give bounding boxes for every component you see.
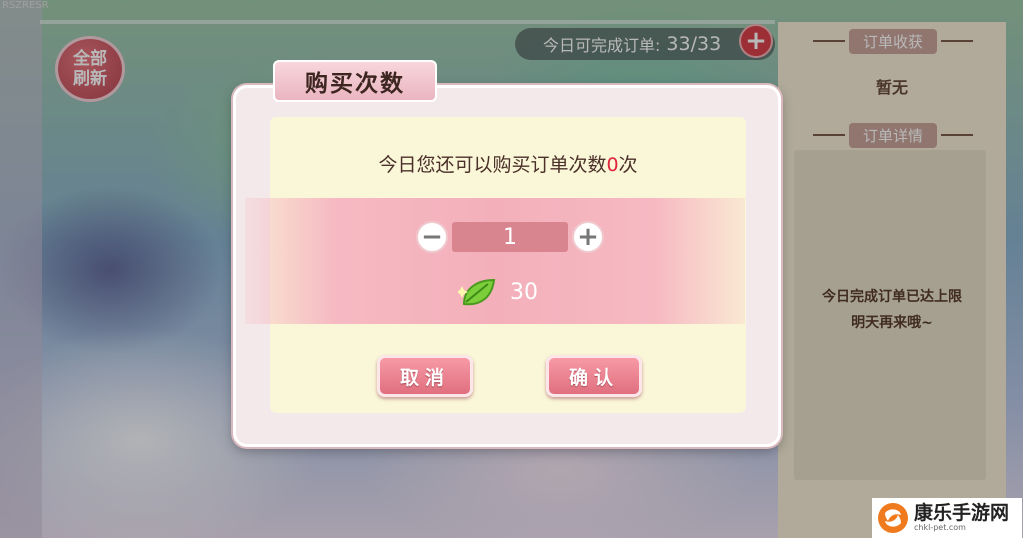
watermark-name: 康乐手游网 [914,502,1010,524]
cancel-button[interactable]: 取消 [377,355,473,397]
watermark-logo-icon [878,503,908,533]
watermark-url: chkl-pet.com [914,523,966,532]
purchase-prompt: 今日您还可以购买订单次数0次 [270,150,746,177]
watermark: 康乐手游网 chkl-pet.com [872,498,1022,538]
cost-value: 30 [510,280,538,305]
watermark-text: 康乐手游网 chkl-pet.com [914,503,1009,533]
confirm-button[interactable]: 确认 [546,355,642,397]
prompt-count: 0 [606,154,619,176]
quantity-field[interactable]: 1 [452,222,568,252]
leaf-icon [458,278,496,306]
minus-icon[interactable]: − [416,221,448,253]
prompt-prefix: 今日您还可以购买订单次数 [378,154,607,176]
prompt-suffix: 次 [618,154,638,176]
dialog-title: 购买次数 [273,60,437,102]
plus-icon[interactable]: + [572,221,604,253]
